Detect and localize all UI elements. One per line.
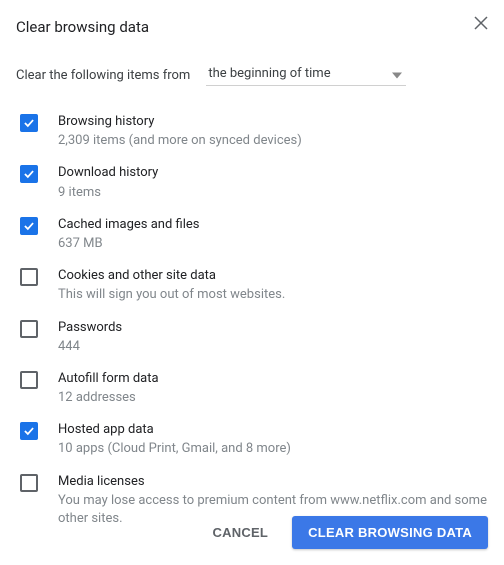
dialog-title: Clear browsing data [16,18,149,36]
option-label: Hosted app data [58,421,488,439]
option-label: Cookies and other site data [58,267,488,285]
checkbox-checked-icon [20,114,38,132]
option-text: Cookies and other site dataThis will sig… [58,267,488,304]
checkbox-checked-icon [20,165,38,183]
cancel-button[interactable]: Cancel [196,516,284,549]
option-row: Download history 9 items [16,157,488,208]
option-text: Browsing history2,309 items (and more on… [58,113,488,150]
option-checkbox[interactable] [20,320,38,338]
option-text: Cached images and files637 MB [58,216,488,253]
option-row: Autofill form data12 addresses [16,363,488,414]
checkbox-unchecked-icon [20,268,38,286]
close-button[interactable] [474,16,488,33]
option-label: Autofill form data [58,370,488,388]
option-text: Download history 9 items [58,164,488,201]
option-checkbox[interactable] [20,371,38,389]
checkbox-unchecked-icon [20,371,38,389]
option-checkbox[interactable] [20,422,38,440]
time-range-value: the beginning of time [208,66,330,81]
option-text: Autofill form data12 addresses [58,370,488,407]
option-checkbox[interactable] [20,268,38,286]
option-row: Cookies and other site dataThis will sig… [16,260,488,311]
options-list: Browsing history2,309 items (and more on… [16,106,488,535]
option-sublabel: 444 [58,338,488,356]
close-icon [474,18,488,33]
checkbox-unchecked-icon [20,320,38,338]
time-range-select[interactable]: the beginning of time [206,64,406,86]
dialog-actions: Cancel Clear Browsing Data [196,516,488,549]
option-sublabel: 12 addresses [58,389,488,407]
option-checkbox[interactable] [20,217,38,235]
dialog-header: Clear browsing data [16,18,488,36]
option-label: Media licenses [58,473,488,491]
option-sublabel: 637 MB [58,235,488,253]
time-range-prefix: Clear the following items from [16,68,190,83]
option-row: Passwords444 [16,312,488,363]
option-sublabel: 9 items [58,184,488,202]
chevron-down-icon [392,67,402,82]
option-sublabel: 10 apps (Cloud Print, Gmail, and 8 more) [58,440,488,458]
time-range-row: Clear the following items from the begin… [16,64,488,86]
option-text: Hosted app data10 apps (Cloud Print, Gma… [58,421,488,458]
option-label: Browsing history [58,113,488,131]
option-label: Download history [58,164,488,182]
checkbox-checked-icon [20,422,38,440]
option-row: Browsing history2,309 items (and more on… [16,106,488,157]
option-row: Cached images and files637 MB [16,209,488,260]
clear-browsing-data-dialog: Clear browsing data Clear the following … [0,0,504,551]
clear-browsing-data-button[interactable]: Clear Browsing Data [292,516,488,549]
checkbox-unchecked-icon [20,474,38,492]
option-sublabel: This will sign you out of most websites. [58,286,488,304]
option-checkbox[interactable] [20,474,38,492]
option-row: Hosted app data10 apps (Cloud Print, Gma… [16,414,488,465]
option-label: Cached images and files [58,216,488,234]
option-checkbox[interactable] [20,165,38,183]
option-text: Passwords444 [58,319,488,356]
option-label: Passwords [58,319,488,337]
option-sublabel: 2,309 items (and more on synced devices) [58,132,488,150]
option-checkbox[interactable] [20,114,38,132]
checkbox-checked-icon [20,217,38,235]
